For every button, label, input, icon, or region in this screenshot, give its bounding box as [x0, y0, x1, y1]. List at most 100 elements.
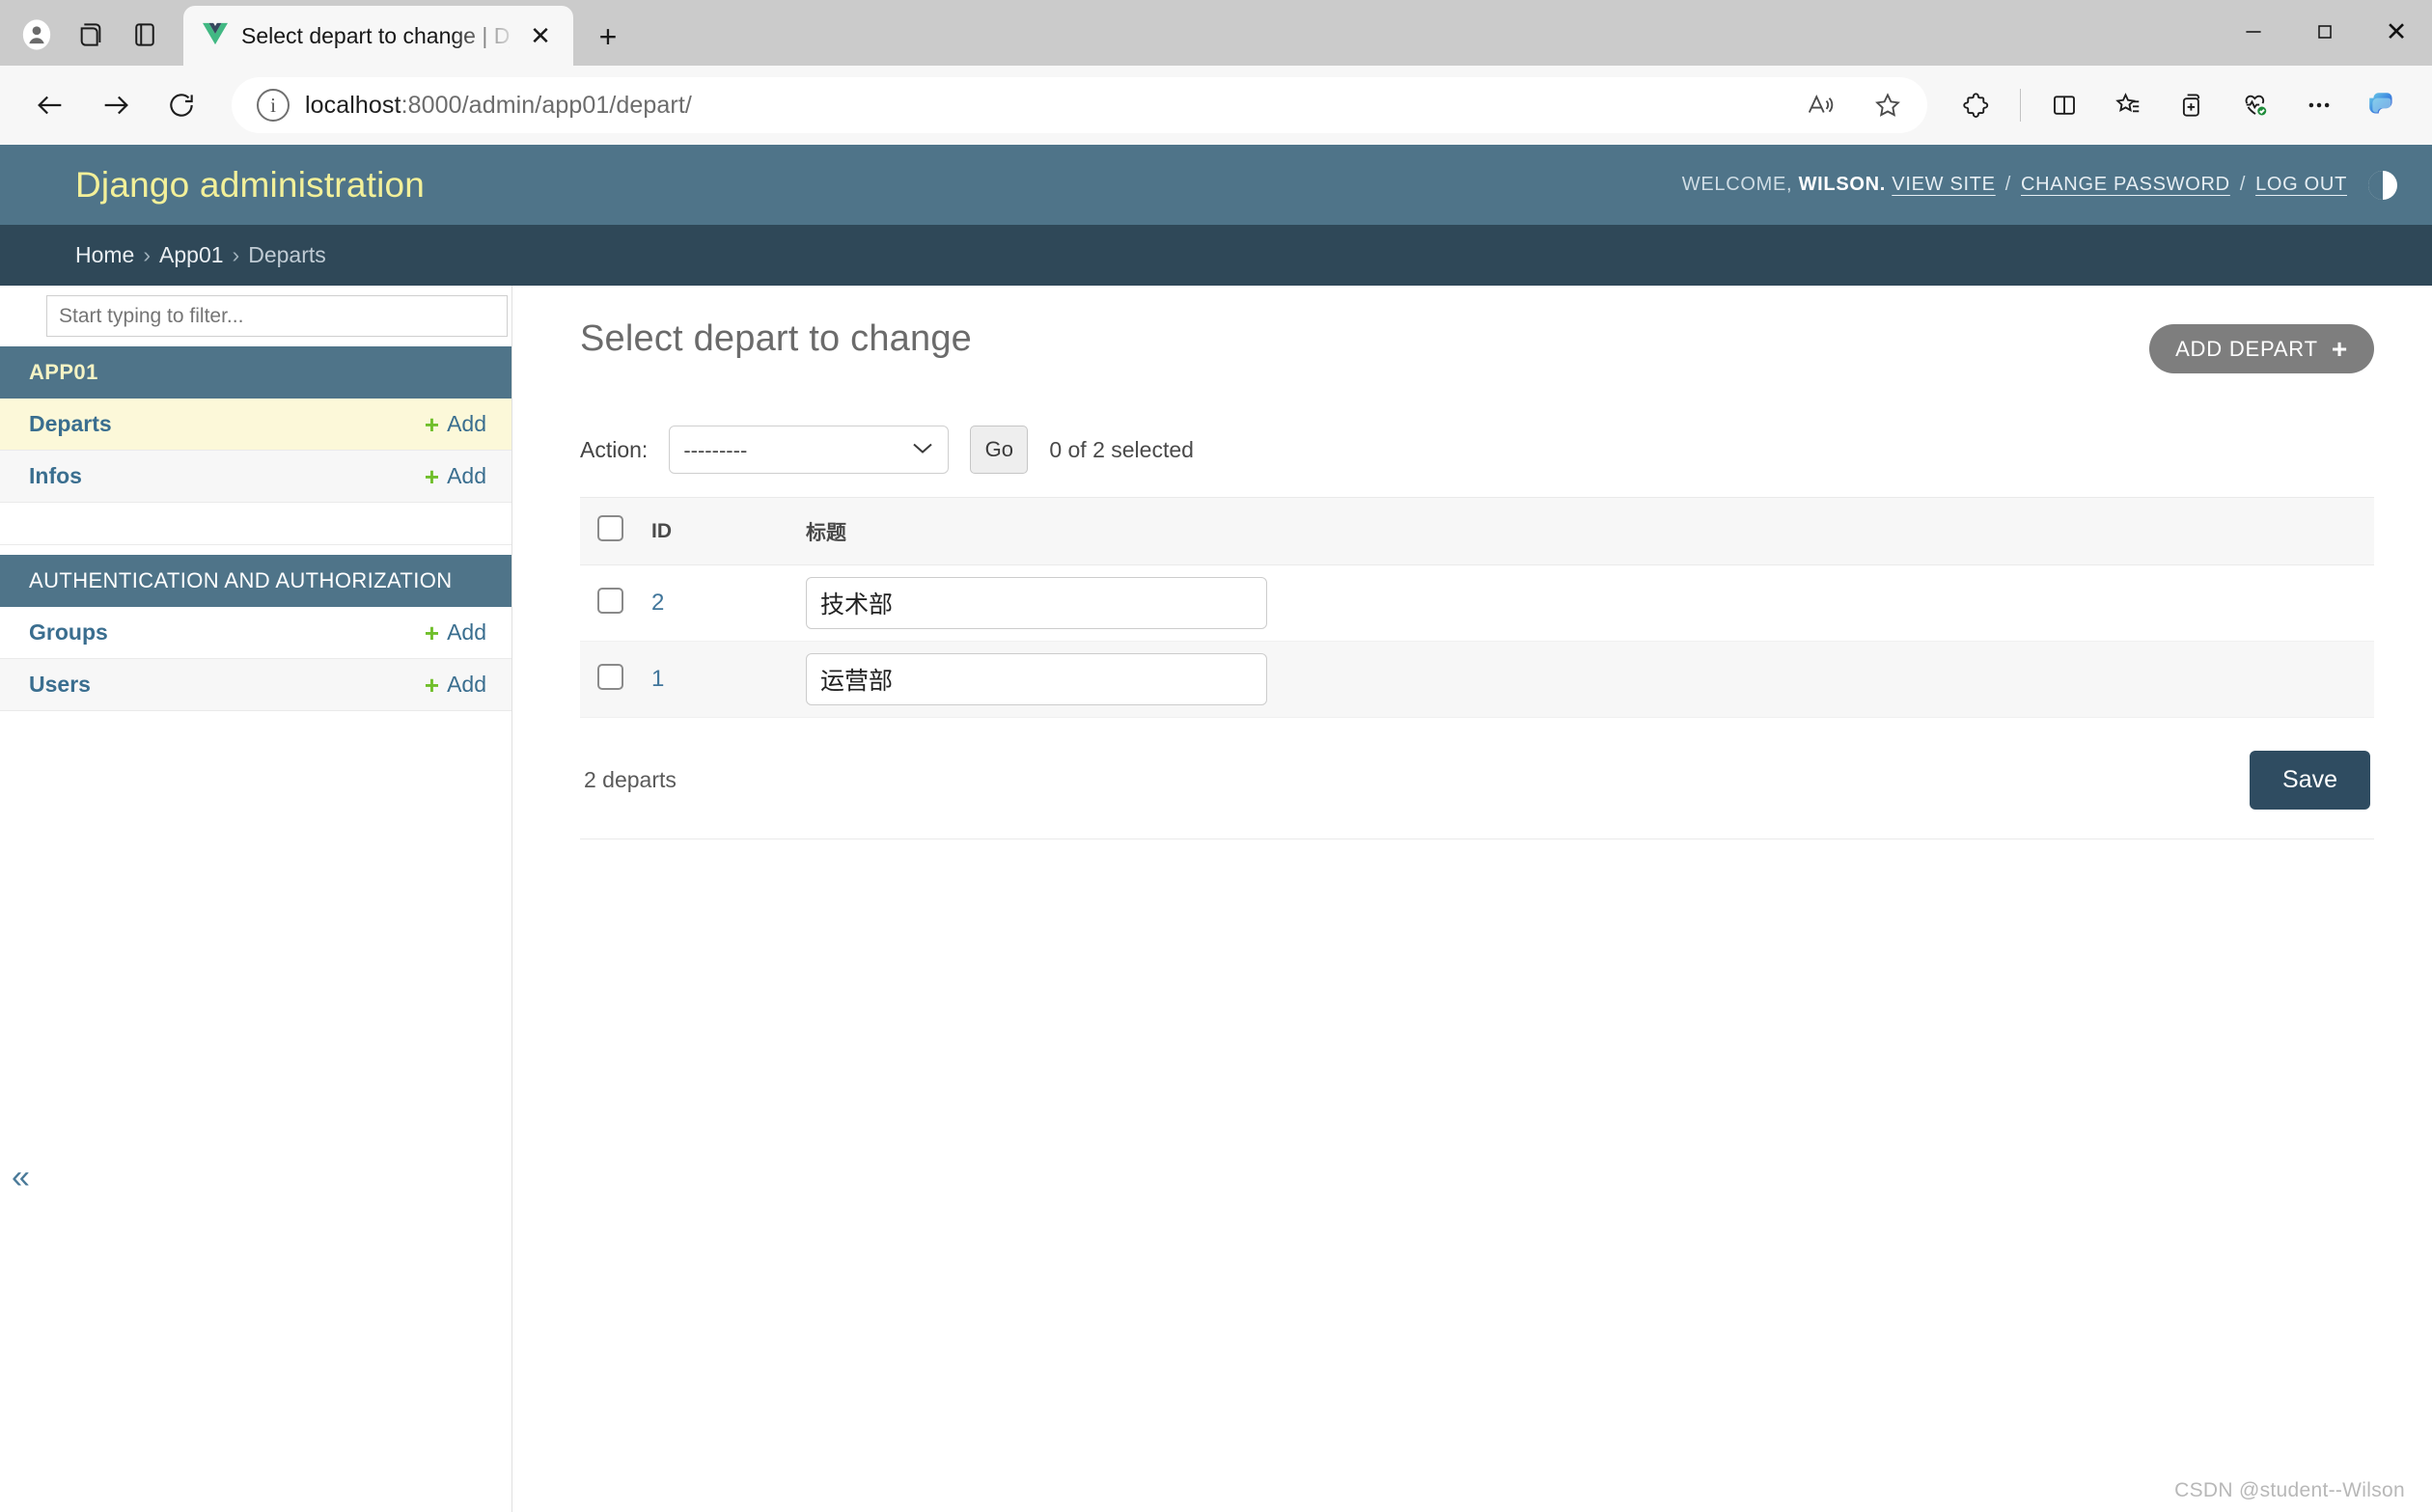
- row-select-cell[interactable]: [580, 564, 642, 642]
- browser-tab[interactable]: Select depart to change | Django ✕: [183, 6, 573, 66]
- settings-more-icon[interactable]: [2291, 77, 2347, 133]
- sidebar-item-label[interactable]: Departs: [29, 411, 112, 437]
- user-tools: WELCOME, WILSON. VIEW SITE / CHANGE PASS…: [1681, 170, 2397, 200]
- app-caption-app01[interactable]: APP01: [0, 346, 511, 399]
- copilot-icon[interactable]: [2355, 77, 2411, 133]
- add-infos-link[interactable]: + Add: [425, 463, 486, 489]
- change-password-link[interactable]: CHANGE PASSWORD: [2021, 174, 2230, 196]
- forward-icon[interactable]: [87, 76, 145, 134]
- breadcrumb-separator-1: ›: [143, 242, 152, 267]
- sidebar-item-groups[interactable]: Groups + Add: [0, 607, 511, 659]
- breadcrumb-separator-2: ›: [232, 242, 240, 267]
- changelist: Action: --------- Go 0 of 2 selected ID …: [580, 426, 2374, 839]
- toolbar-divider: [2020, 89, 2021, 122]
- add-label: Add: [447, 463, 486, 488]
- welcome-label: WELCOME,: [1681, 174, 1793, 195]
- add-depart-button[interactable]: ADD DEPART +: [2149, 324, 2374, 373]
- add-users-link[interactable]: + Add: [425, 672, 486, 698]
- column-header-id[interactable]: ID: [642, 497, 796, 565]
- close-icon[interactable]: ✕: [521, 16, 560, 55]
- maximize-button[interactable]: [2289, 0, 2361, 64]
- minimize-button[interactable]: [2218, 0, 2289, 64]
- workspaces-icon[interactable]: [64, 8, 118, 62]
- app-block-app01: APP01 Departs + Add Infos + Add: [0, 346, 511, 545]
- tab-actions-icon[interactable]: [118, 8, 172, 62]
- row-select-cell[interactable]: [580, 641, 642, 718]
- django-header: Django administration WELCOME, WILSON. V…: [0, 145, 2432, 225]
- go-button[interactable]: Go: [970, 426, 1029, 474]
- changelist-footer: 2 departs Save: [580, 718, 2374, 839]
- site-branding[interactable]: Django administration: [75, 165, 425, 206]
- plus-icon: +: [424, 409, 440, 439]
- table-row[interactable]: 1: [580, 641, 2374, 718]
- profile-icon[interactable]: [10, 8, 64, 62]
- site-info-icon[interactable]: i: [257, 89, 290, 122]
- breadcrumb-app01[interactable]: App01: [159, 242, 224, 268]
- tab-strip: Select depart to change | Django ✕ + ✕: [0, 0, 2432, 66]
- select-all-checkbox[interactable]: [597, 515, 623, 541]
- sidebar-item-label[interactable]: Infos: [29, 463, 82, 489]
- results-table: ID 标题 2 技术部 1 运营部: [580, 497, 2374, 718]
- add-departs-link[interactable]: + Add: [425, 411, 486, 437]
- view-site-link[interactable]: VIEW SITE: [1892, 174, 1995, 196]
- select-all-header[interactable]: [580, 497, 642, 565]
- row-id-link[interactable]: 2: [651, 590, 664, 616]
- back-icon[interactable]: [21, 76, 79, 134]
- row-id-cell: 1: [642, 641, 796, 718]
- plus-icon: +: [2331, 333, 2348, 364]
- table-header-row: ID 标题: [580, 497, 2374, 565]
- page-body: APP01 Departs + Add Infos + Add: [0, 286, 2432, 1512]
- page-viewport: Django administration WELCOME, WILSON. V…: [0, 145, 2432, 1512]
- table-row[interactable]: 2: [580, 564, 2374, 642]
- add-label: Add: [447, 619, 486, 645]
- browser-tab-title: Select depart to change | Django: [241, 22, 510, 48]
- app-caption-auth[interactable]: AUTHENTICATION AND AUTHORIZATION: [0, 555, 511, 607]
- add-label: Add: [447, 672, 486, 697]
- browser-essentials-icon[interactable]: [2227, 77, 2283, 133]
- title-field[interactable]: [806, 653, 1267, 705]
- result-count: 2 departs: [584, 767, 677, 792]
- row-checkbox[interactable]: [597, 664, 623, 690]
- sidebar-collapse-toggle[interactable]: «: [12, 1161, 30, 1194]
- sidebar-item-label[interactable]: Users: [29, 672, 91, 698]
- sidebar-item-users[interactable]: Users + Add: [0, 659, 511, 711]
- browser-window: Select depart to change | Django ✕ + ✕: [0, 0, 2432, 1512]
- reload-icon[interactable]: [152, 76, 210, 134]
- browser-toolbar: i localhost:8000/admin/app01/depart/: [0, 66, 2432, 145]
- app-block-auth: AUTHENTICATION AND AUTHORIZATION Groups …: [0, 555, 511, 711]
- star-icon[interactable]: [1862, 79, 1914, 131]
- sidebar-item-departs[interactable]: Departs + Add: [0, 399, 511, 451]
- collections-icon[interactable]: [2100, 77, 2156, 133]
- add-groups-link[interactable]: + Add: [425, 619, 486, 646]
- row-id-link[interactable]: 1: [651, 666, 664, 692]
- action-select-wrap: ---------: [669, 426, 950, 474]
- results-table-body: 2 1: [580, 564, 2374, 718]
- split-screen-icon[interactable]: [2036, 77, 2092, 133]
- breadcrumb-home[interactable]: Home: [75, 242, 134, 268]
- new-tab-button[interactable]: +: [589, 17, 627, 56]
- sidebar-item-label[interactable]: Groups: [29, 619, 108, 646]
- action-label: Action:: [580, 436, 649, 462]
- row-title-cell: [796, 564, 2374, 642]
- page-title: Select depart to change: [580, 318, 972, 359]
- read-aloud-icon[interactable]: [1794, 79, 1846, 131]
- extensions-icon[interactable]: [1948, 77, 2004, 133]
- row-checkbox[interactable]: [597, 588, 623, 614]
- breadcrumb: Home › App01 › Departs: [0, 225, 2432, 286]
- add-to-favorites-icon[interactable]: [2164, 77, 2220, 133]
- content-header: Select depart to change ADD DEPART +: [580, 318, 2374, 373]
- sidebar-item-infos[interactable]: Infos + Add: [0, 451, 511, 503]
- plus-icon: +: [424, 461, 440, 491]
- title-field[interactable]: [806, 577, 1267, 629]
- log-out-link[interactable]: LOG OUT: [2255, 174, 2347, 196]
- search-input[interactable]: [46, 295, 508, 337]
- content-main: Select depart to change ADD DEPART + Act…: [512, 286, 2432, 1512]
- action-select[interactable]: ---------: [669, 426, 950, 474]
- column-header-title[interactable]: 标题: [796, 497, 2374, 565]
- save-button[interactable]: Save: [2250, 751, 2370, 810]
- address-bar[interactable]: i localhost:8000/admin/app01/depart/: [232, 77, 1927, 133]
- nav-filter-wrap: [0, 286, 511, 337]
- row-title-cell: [796, 641, 2374, 718]
- close-window-button[interactable]: ✕: [2361, 0, 2432, 64]
- theme-toggle-icon[interactable]: [2368, 170, 2397, 200]
